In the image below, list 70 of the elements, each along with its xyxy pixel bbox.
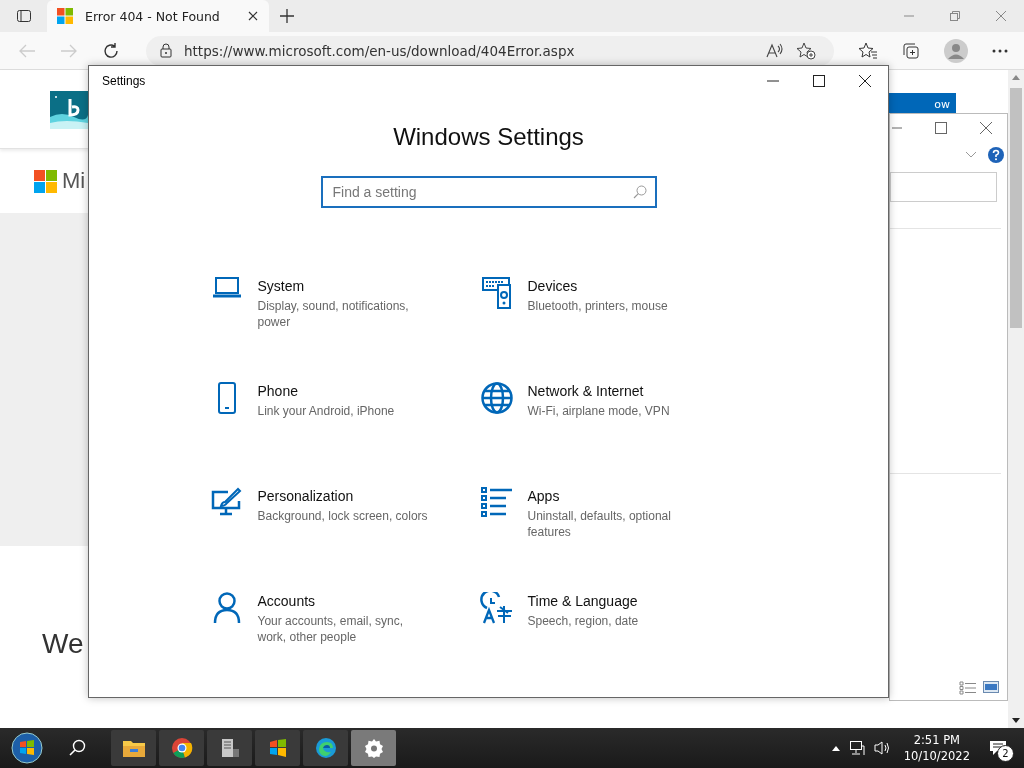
banner-button[interactable]: ow xyxy=(888,93,956,113)
window-title: Settings xyxy=(102,74,146,88)
favorites-icon[interactable] xyxy=(858,41,878,60)
profile-avatar[interactable] xyxy=(944,38,968,63)
list-icon xyxy=(478,487,515,517)
scroll-up-icon[interactable] xyxy=(1012,75,1020,80)
address-bar[interactable]: https://www.microsoft.com/en-us/download/404Error.aspx xyxy=(146,35,834,66)
taskbar-app-button[interactable] xyxy=(111,730,156,766)
browser-tab[interactable]: Error 404 - Not Found xyxy=(47,0,269,32)
tab-actions-icon[interactable] xyxy=(16,8,32,24)
category-description: Bluetooth, printers, mouse xyxy=(527,298,668,314)
category-link[interactable]: Apps xyxy=(527,487,560,505)
add-favorite-icon[interactable] xyxy=(796,41,816,60)
volume-icon[interactable] xyxy=(873,740,892,756)
restore-icon[interactable] xyxy=(949,10,961,22)
gear-icon xyxy=(363,738,384,758)
details-view-icon[interactable] xyxy=(959,681,977,695)
category-description: Uninstall, defaults, optional features xyxy=(527,508,672,540)
settings-heading: Windows Settings xyxy=(393,123,584,151)
taskbar-app-button[interactable] xyxy=(207,730,252,766)
search-icon[interactable] xyxy=(69,739,87,757)
help-icon[interactable] xyxy=(988,147,1004,163)
category-link[interactable]: Accounts xyxy=(257,592,316,610)
read-aloud-icon[interactable] xyxy=(766,42,784,59)
more-icon[interactable] xyxy=(992,48,1008,53)
scroll-down-icon[interactable] xyxy=(1012,718,1020,723)
clock[interactable]: 2:51 PM 10/10/2022 xyxy=(903,732,970,764)
search-icon xyxy=(632,185,647,199)
page-heading: We xyxy=(42,628,84,660)
close-icon[interactable] xyxy=(247,10,259,22)
logo-text: Mi xyxy=(62,168,86,194)
taskbar-app-button[interactable] xyxy=(303,730,348,766)
chrome-icon xyxy=(170,737,193,759)
category-description: Speech, region, date xyxy=(527,613,639,629)
new-tab-icon[interactable] xyxy=(279,8,295,24)
category-description: Wi-Fi, airplane mode, VPN xyxy=(527,403,670,419)
taskbar-app-button[interactable] xyxy=(255,730,300,766)
close-icon[interactable] xyxy=(859,75,871,87)
category-link[interactable]: Personalization xyxy=(257,487,354,505)
category-description: Background, lock screen, colors xyxy=(257,508,428,524)
network-icon[interactable] xyxy=(848,740,865,756)
lock-icon xyxy=(160,43,172,58)
preview-view-icon[interactable] xyxy=(983,681,999,693)
search-field[interactable]: Find a setting xyxy=(320,176,657,208)
start-button[interactable] xyxy=(11,732,43,764)
show-hidden-icons-icon[interactable] xyxy=(831,745,840,751)
category-link[interactable]: Devices xyxy=(527,277,578,295)
globe-icon xyxy=(478,382,515,414)
refresh-icon[interactable] xyxy=(102,41,120,60)
input-field[interactable] xyxy=(890,172,997,202)
clock-language-icon xyxy=(478,592,515,624)
category-link[interactable]: System xyxy=(257,277,305,295)
folder-icon xyxy=(121,738,146,758)
edge-icon xyxy=(314,737,337,759)
chevron-down-icon[interactable] xyxy=(966,152,976,158)
microsoft-logo-icon xyxy=(34,169,57,193)
scrollbar[interactable] xyxy=(1008,70,1024,728)
notifications-button[interactable]: 2 xyxy=(984,734,1012,762)
settings-taskbar-button[interactable] xyxy=(351,730,396,766)
maximize-icon[interactable] xyxy=(813,75,825,87)
windows-logo-icon xyxy=(57,8,73,24)
category-link[interactable]: Phone xyxy=(257,382,298,400)
category-description: Display, sound, notifications, power xyxy=(257,298,410,330)
category-description: Link your Android, iPhone xyxy=(257,403,395,419)
taskbar-app-button[interactable] xyxy=(159,730,204,766)
scroll-thumb[interactable] xyxy=(1010,88,1022,328)
category-link[interactable]: Time & Language xyxy=(527,592,638,610)
category-link[interactable]: Network & Internet xyxy=(527,382,644,400)
collections-icon[interactable] xyxy=(902,41,920,60)
category-description: Your accounts, email, sync, work, other people xyxy=(257,613,405,645)
